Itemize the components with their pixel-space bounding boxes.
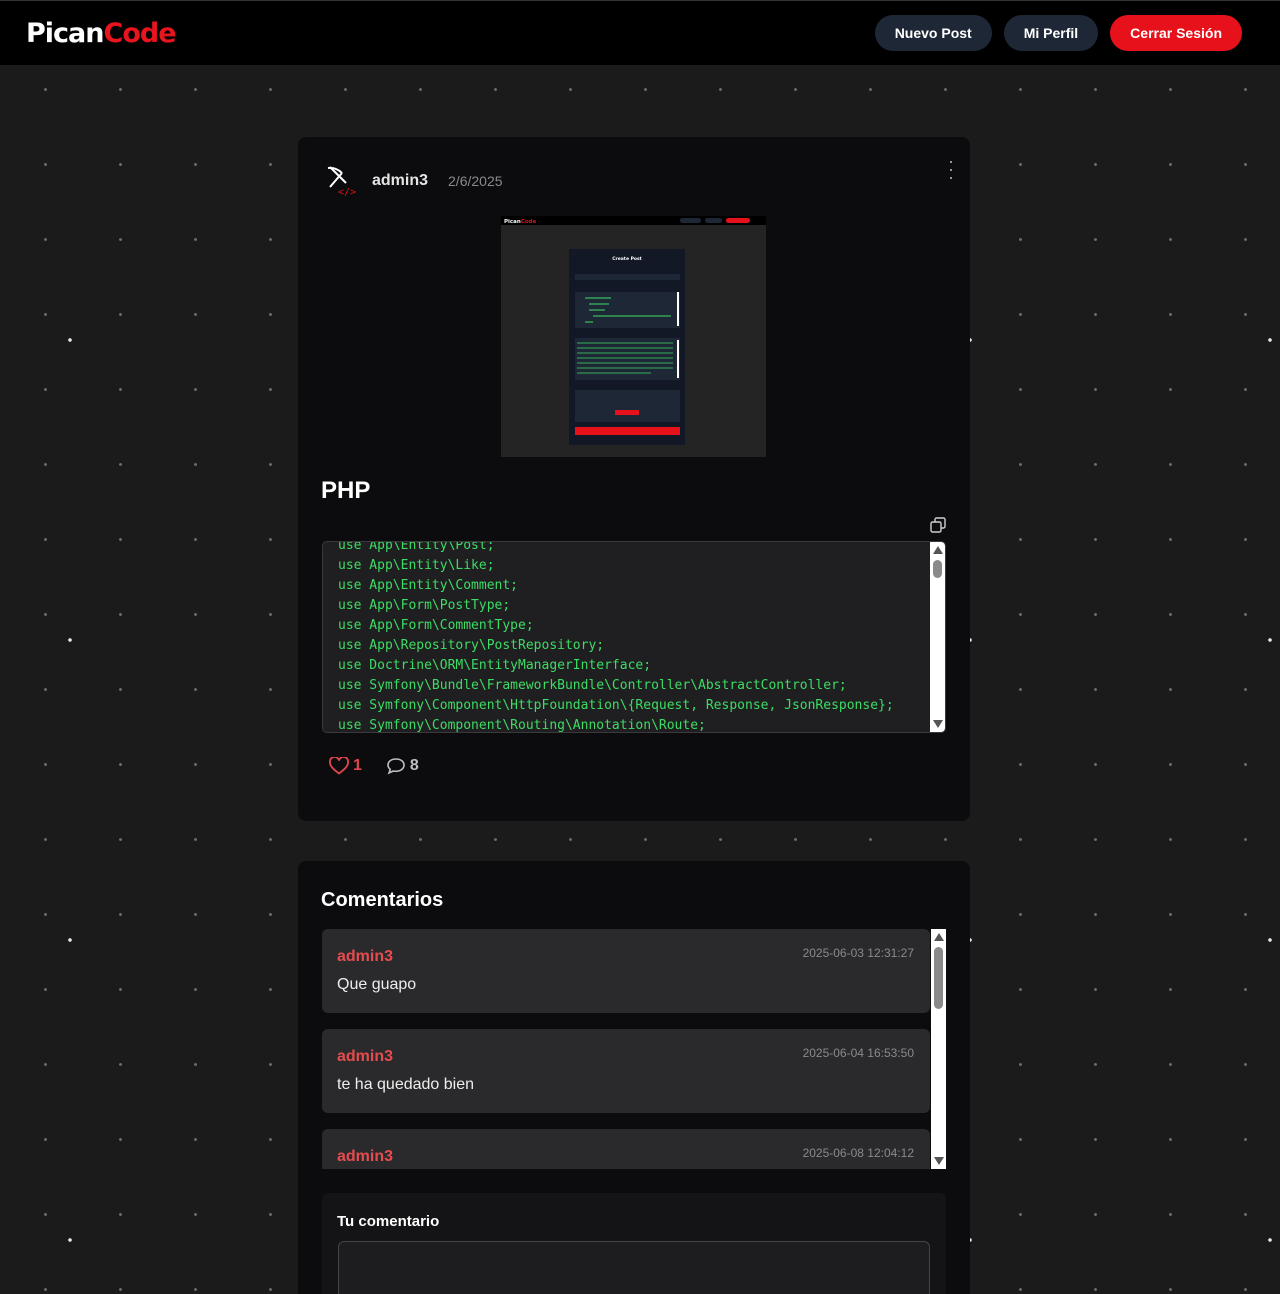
code-line: use Symfony\Bundle\FrameworkBundle\Contr… [338, 678, 847, 693]
top-navbar: PicanCode Nuevo Post Mi Perfil Cerrar Se… [0, 0, 1280, 65]
post-author[interactable]: admin3 [372, 172, 428, 190]
svg-text:PicanCode: PicanCode [504, 219, 537, 225]
comments-title: Comentarios [321, 889, 444, 911]
comment-author[interactable]: admin3 [337, 948, 393, 966]
comment-form: Tu comentario [322, 1193, 946, 1294]
avatar-pickaxe-icon[interactable]: </> [322, 165, 358, 197]
logo-text-pican: Pican [26, 17, 104, 49]
comments-scrollbar[interactable] [931, 929, 946, 1169]
more-options-icon[interactable]: · · · [946, 152, 956, 186]
scroll-thumb[interactable] [933, 560, 942, 578]
scroll-down-arrow-icon[interactable] [934, 1157, 944, 1165]
code-line: use App\Entity\Like; [338, 558, 495, 573]
code-block[interactable]: use App\Entity\Post; use App\Entity\Like… [322, 541, 946, 733]
comment-date: 2025-06-03 12:31:27 [802, 946, 914, 960]
code-line: use App\Entity\Comment; [338, 578, 519, 593]
comment-author[interactable]: admin3 [337, 1048, 393, 1066]
comment-text: te ha quedado bien [337, 1076, 475, 1093]
post-actions: 1 8 [329, 757, 419, 775]
comment-date: 2025-06-08 12:04:12 [802, 1146, 914, 1160]
post-image[interactable]: PicanCode Create Post [501, 216, 766, 457]
comment-author[interactable]: admin3 [337, 1148, 393, 1166]
post-date: 2/6/2025 [448, 173, 503, 189]
svg-text:Create Post: Create Post [612, 256, 642, 262]
scroll-thumb[interactable] [934, 947, 943, 1009]
scroll-down-arrow-icon[interactable] [933, 720, 943, 728]
like-count: 1 [353, 757, 362, 774]
comment-date: 2025-06-04 16:53:50 [802, 1046, 914, 1060]
scroll-up-arrow-icon[interactable] [933, 546, 943, 554]
code-line: use Doctrine\ORM\EntityManagerInterface; [338, 658, 652, 673]
comment-item: admin3 2025-06-03 12:31:27 Que guapo [322, 929, 930, 1013]
new-post-button[interactable]: Nuevo Post [874, 15, 992, 51]
comment-item: admin3 2025-06-04 16:53:50 te ha quedado… [322, 1029, 930, 1113]
comment-input[interactable] [338, 1241, 930, 1294]
nav-actions: Nuevo Post Mi Perfil Cerrar Sesión [874, 15, 1242, 51]
comment-bubble-icon [387, 758, 405, 775]
code-line: use App\Entity\Post; [338, 541, 495, 553]
code-line: use App\Form\PostType; [338, 598, 511, 613]
like-button[interactable]: 1 [329, 757, 362, 775]
profile-button[interactable]: Mi Perfil [1003, 15, 1099, 51]
comments-button[interactable]: 8 [386, 757, 419, 775]
comment-form-label: Tu comentario [337, 1213, 440, 1230]
logout-button[interactable]: Cerrar Sesión [1110, 15, 1242, 51]
copy-code-icon[interactable] [930, 517, 946, 533]
svg-text:</>: </> [338, 187, 356, 197]
comment-count: 8 [409, 757, 419, 774]
scroll-up-arrow-icon[interactable] [934, 933, 944, 941]
code-line: use App\Repository\PostRepository; [338, 638, 605, 653]
post-header: </> admin3 2/6/2025 [322, 165, 503, 197]
comments-list[interactable]: admin3 2025-06-03 12:31:27 Que guapo adm… [322, 929, 946, 1169]
comment-item: admin3 2025-06-08 12:04:12 [322, 1129, 930, 1169]
comments-card: Comentarios admin3 2025-06-03 12:31:27 Q… [298, 861, 970, 1294]
code-scrollbar[interactable] [930, 542, 945, 732]
code-language-title: PHP [321, 477, 371, 504]
logo-text-code: Code [103, 17, 177, 49]
comment-text: Que guapo [337, 976, 417, 993]
code-line: use Symfony\Component\HttpFoundation\{Re… [338, 698, 894, 713]
site-logo[interactable]: PicanCode [26, 17, 177, 49]
heart-icon [329, 757, 349, 775]
code-line: use Symfony\Component\Routing\Annotation… [338, 718, 706, 733]
code-content: use App\Entity\Post; use App\Entity\Like… [323, 541, 945, 733]
post-card: </> admin3 2/6/2025 · · · PicanCode Create… [298, 137, 970, 821]
code-line: use App\Form\CommentType; [338, 618, 534, 633]
